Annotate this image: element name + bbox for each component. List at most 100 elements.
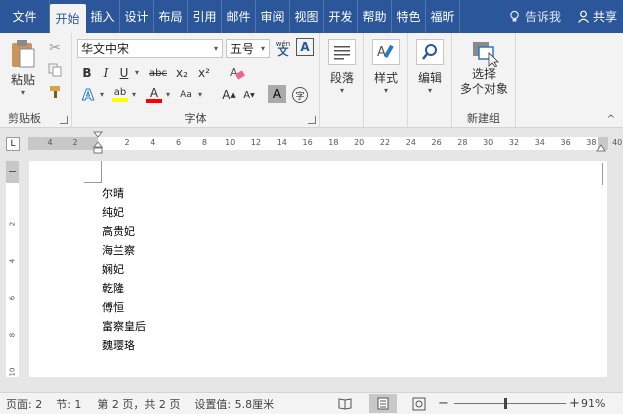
setting-status[interactable]: 设置值: 5.8厘米	[194, 396, 274, 412]
ruler-tick-label: 8	[201, 138, 207, 147]
underline-dropdown[interactable]: ▾	[132, 63, 142, 83]
document-page[interactable]: 尔晴 纯妃 高贵妃 海兰察 娴妃 乾隆 傅恒 富察皇后 魏璎珞	[29, 161, 607, 377]
ruler-text-area	[98, 137, 598, 150]
tab-file[interactable]: 文件	[0, 0, 50, 33]
ruler-tick-label: 30	[483, 138, 494, 147]
section-status[interactable]: 节: 1	[56, 396, 81, 412]
copy-icon	[48, 63, 62, 77]
page-count-status[interactable]: 第 2 页，共 2 页	[97, 396, 180, 412]
tab-review[interactable]: 审阅	[256, 0, 290, 33]
editing-button[interactable]: 编辑 ▾	[414, 39, 446, 96]
paste-button[interactable]: 粘贴 ▾	[6, 39, 40, 98]
tab-layout[interactable]: 布局	[154, 0, 188, 33]
tab-insert[interactable]: 插入	[86, 0, 120, 33]
ruler-tick-label: 36	[560, 138, 571, 147]
document-line[interactable]: 尔晴	[102, 187, 124, 201]
tab-help[interactable]: 帮助	[358, 0, 392, 33]
clipboard-icon	[12, 40, 35, 68]
read-mode-button[interactable]	[338, 397, 352, 410]
tab-special[interactable]: 特色	[392, 0, 426, 33]
paragraph-group: 段落 ▾	[320, 33, 364, 128]
phonetic-icon: 文	[277, 45, 289, 58]
chevron-down-icon: ▾	[213, 44, 218, 53]
tell-me-box[interactable]: 告诉我	[498, 8, 571, 25]
svg-text:A: A	[377, 45, 386, 60]
font-color-dropdown[interactable]: ▾	[164, 85, 172, 105]
character-border-button[interactable]: A	[296, 38, 314, 56]
tab-view[interactable]: 视图	[290, 0, 324, 33]
select-multiple-objects-button[interactable]: 选择 多个对象	[456, 39, 512, 97]
tab-foxit[interactable]: 福昕	[426, 0, 460, 33]
document-line[interactable]: 高贵妃	[102, 225, 135, 239]
grow-font-icon: A	[222, 88, 231, 102]
document-line[interactable]: 海兰察	[102, 244, 135, 258]
tab-selector[interactable]: L	[6, 137, 20, 151]
styles-button[interactable]: A 样式 ▾	[370, 39, 402, 96]
text-effects-dropdown[interactable]: ▾	[98, 85, 106, 105]
highlight-button[interactable]: ab	[110, 85, 130, 105]
zoom-in-button[interactable]: +	[569, 396, 580, 411]
character-shading-button[interactable]: A	[268, 85, 286, 103]
tab-developer[interactable]: 开发	[324, 0, 358, 33]
search-icon	[416, 39, 444, 65]
change-case-dropdown[interactable]: ▾	[196, 85, 204, 105]
phonetic-guide-button[interactable]: wén 文	[273, 38, 293, 58]
font-launcher-icon[interactable]	[308, 116, 316, 124]
zoom-slider[interactable]	[454, 398, 566, 409]
font-name-combo[interactable]: 华文中宋 ▾	[77, 39, 223, 58]
strikethrough-button[interactable]: abc	[146, 63, 170, 83]
zoom-out-button[interactable]: −	[438, 396, 449, 411]
format-painter-button[interactable]	[44, 82, 66, 102]
lightbulb-icon	[510, 10, 519, 22]
enclose-characters-button[interactable]: 字	[290, 85, 310, 105]
grow-font-button[interactable]: A ▲	[220, 85, 238, 105]
scissors-icon: ✂	[49, 40, 61, 56]
document-line[interactable]: 傅恒	[102, 301, 124, 315]
page-number-status[interactable]: 页面: 2	[6, 396, 42, 412]
document-line[interactable]: 纯妃	[102, 206, 124, 220]
underline-button[interactable]: U	[116, 63, 132, 83]
vertical-ruler: 2 4 6 8 10	[0, 157, 24, 377]
document-line[interactable]: 乾隆	[102, 282, 124, 296]
document-line[interactable]: 魏璎珞	[102, 339, 135, 353]
italic-button[interactable]: I	[98, 63, 114, 83]
zoom-level[interactable]: 91%	[581, 397, 605, 410]
chevron-down-icon: ▾	[99, 90, 104, 99]
superscript-button[interactable]: x²	[194, 63, 214, 83]
vertical-scrollbar[interactable]	[609, 157, 623, 377]
bold-button[interactable]: B	[78, 63, 96, 83]
paragraph-button[interactable]: 段落 ▾	[326, 39, 358, 96]
tab-mailings[interactable]: 邮件	[222, 0, 256, 33]
document-line[interactable]: 娴妃	[102, 263, 124, 277]
styles-group: A 样式 ▾	[364, 33, 408, 128]
font-color-button[interactable]: A	[144, 85, 164, 105]
print-layout-button[interactable]	[369, 394, 397, 413]
font-size-value: 五号	[230, 42, 255, 56]
right-indent-marker[interactable]	[596, 143, 606, 153]
ruler-tick-label: 40	[612, 138, 623, 147]
indent-marker[interactable]	[92, 131, 104, 157]
clipboard-launcher-icon[interactable]	[60, 116, 68, 124]
share-button[interactable]: 共享	[571, 8, 623, 25]
shrink-font-button[interactable]: A ▼	[240, 85, 258, 105]
vertical-ruler-track	[6, 161, 19, 377]
zoom-slider-thumb[interactable]	[504, 398, 507, 409]
web-layout-button[interactable]	[412, 397, 426, 411]
document-line[interactable]: 富察皇后	[102, 320, 146, 334]
highlight-dropdown[interactable]: ▾	[130, 85, 138, 105]
text-effects-button[interactable]: A	[78, 85, 98, 105]
tab-home[interactable]: 开始	[50, 4, 86, 33]
copy-button[interactable]	[44, 60, 66, 80]
change-case-button[interactable]: Aa	[176, 85, 196, 105]
clear-formatting-button[interactable]: A	[226, 63, 248, 83]
subscript-button[interactable]: x₂	[172, 63, 192, 83]
ruler-tick-label: 24	[405, 138, 416, 147]
tell-me-label: 告诉我	[524, 10, 561, 24]
tab-references[interactable]: 引用	[188, 0, 222, 33]
collapse-ribbon-icon[interactable]: ^	[607, 114, 615, 125]
tab-design[interactable]: 设计	[120, 0, 154, 33]
change-case-icon: Aa	[180, 90, 192, 100]
chevron-down-icon: ▾	[339, 86, 344, 95]
cut-button[interactable]: ✂	[44, 38, 66, 58]
font-size-combo[interactable]: 五号 ▾	[226, 39, 270, 58]
